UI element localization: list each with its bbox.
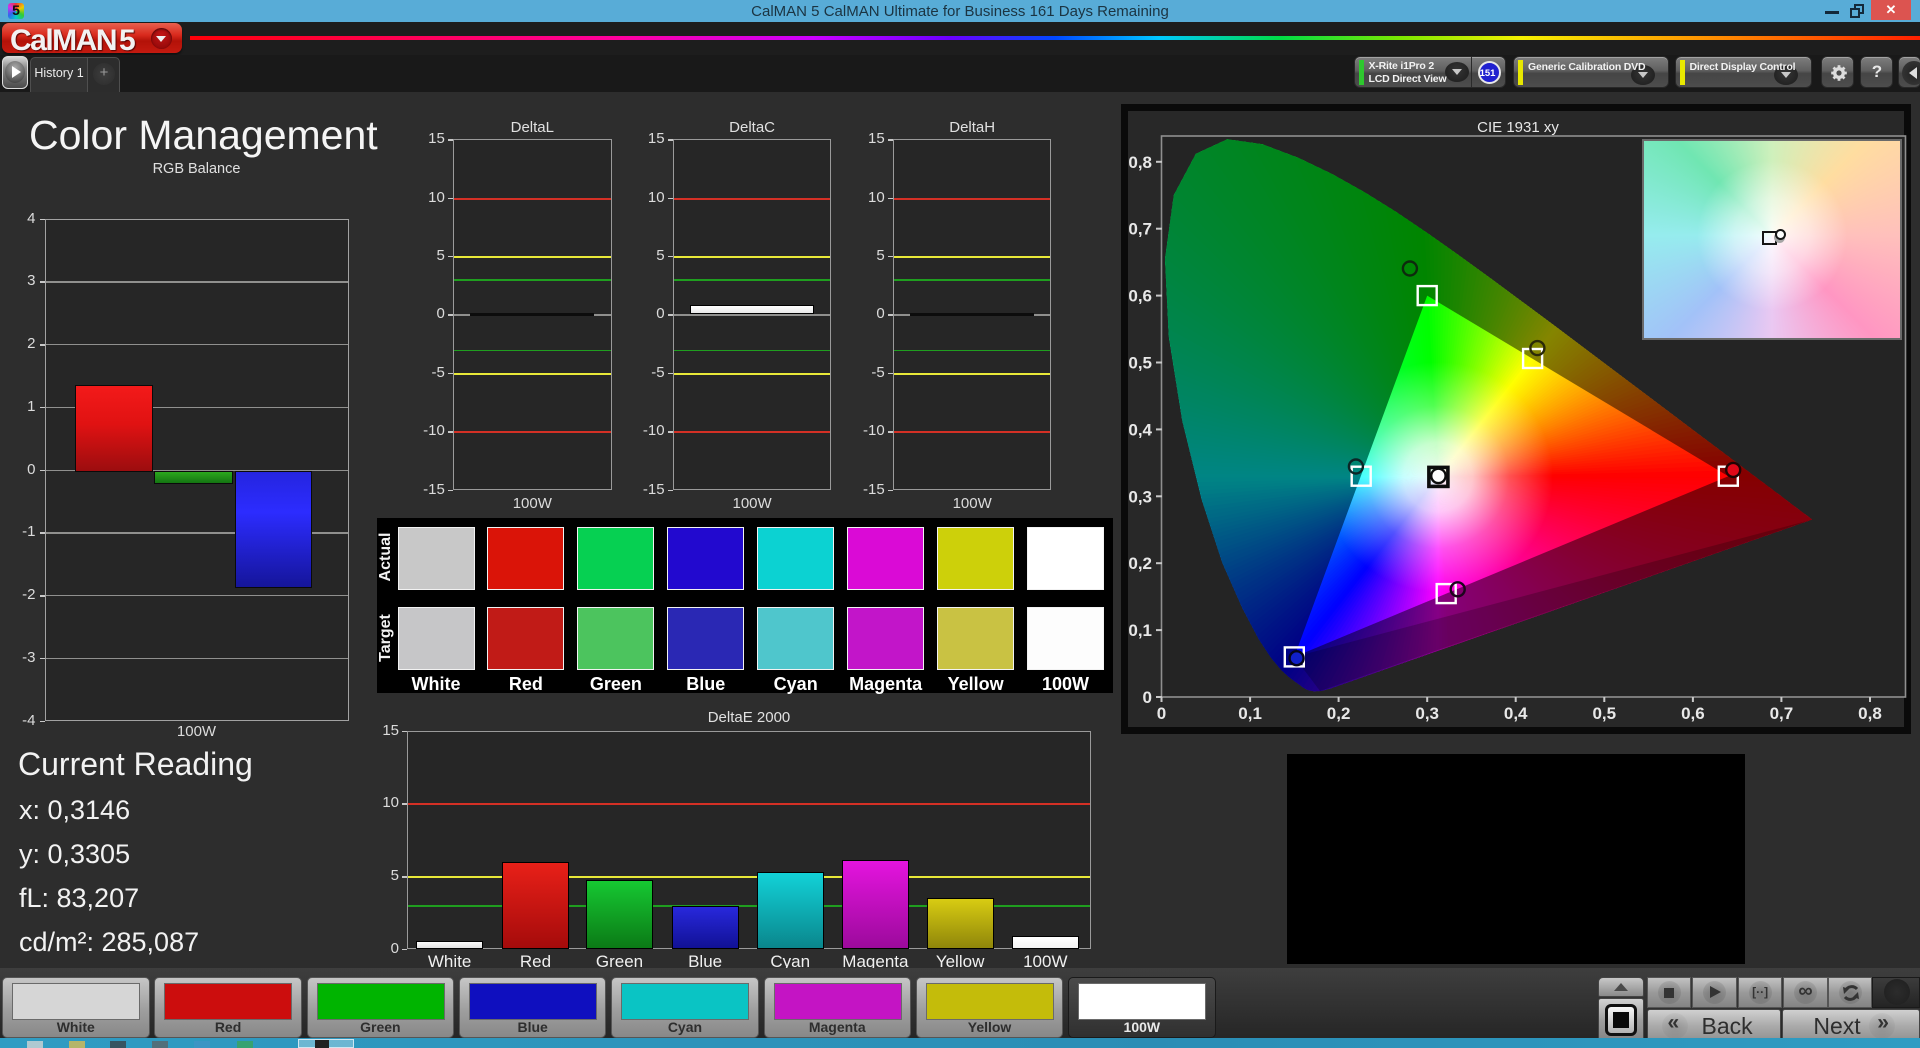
svg-text:0: 0: [1143, 688, 1152, 707]
svg-text:0,3: 0,3: [1415, 704, 1439, 723]
svg-text:0,8: 0,8: [1858, 704, 1882, 723]
svg-text:0,4: 0,4: [1504, 704, 1528, 723]
svg-text:0,4: 0,4: [1128, 420, 1152, 439]
svg-text:0,2: 0,2: [1128, 554, 1152, 573]
svg-text:0,6: 0,6: [1128, 287, 1152, 306]
svg-text:0,2: 0,2: [1327, 704, 1351, 723]
svg-text:CIE 1931 xy: CIE 1931 xy: [1477, 119, 1559, 136]
svg-text:0,1: 0,1: [1238, 704, 1262, 723]
svg-text:0,3: 0,3: [1128, 487, 1152, 506]
svg-text:0: 0: [1157, 704, 1166, 723]
svg-text:0,1: 0,1: [1128, 621, 1152, 640]
svg-text:0,7: 0,7: [1128, 220, 1152, 239]
svg-text:0,7: 0,7: [1770, 704, 1794, 723]
svg-text:0,8: 0,8: [1128, 153, 1152, 172]
svg-text:0,6: 0,6: [1681, 704, 1705, 723]
svg-text:0,5: 0,5: [1592, 704, 1616, 723]
svg-text:0,5: 0,5: [1128, 354, 1152, 373]
